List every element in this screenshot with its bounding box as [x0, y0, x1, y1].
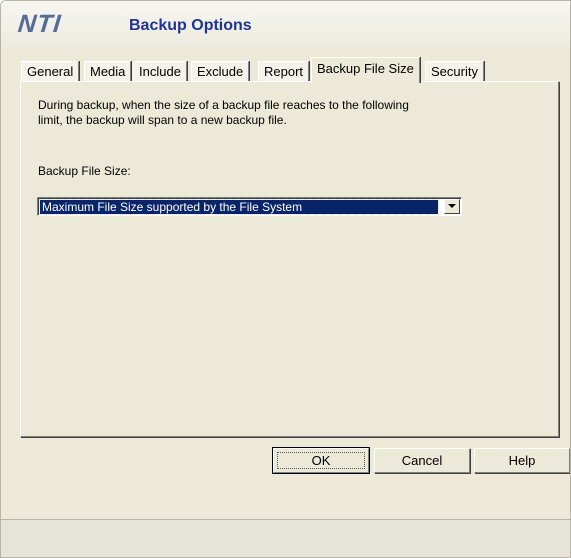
status-bar — [1, 519, 570, 557]
chevron-down-icon — [448, 204, 456, 208]
ok-button[interactable]: OK — [272, 447, 370, 474]
backup-file-size-dropdown[interactable]: Maximum File Size supported by the File … — [37, 197, 462, 216]
tab-exclude[interactable]: Exclude — [191, 61, 250, 81]
dialog-title: Backup Options — [129, 17, 252, 34]
tab-report[interactable]: Report — [258, 61, 310, 81]
description-line-2: limit, the backup will span to a new bac… — [38, 113, 287, 127]
cancel-button-label: Cancel — [401, 453, 443, 468]
panel-description: During backup, when the size of a backup… — [38, 98, 498, 128]
dialog-header: NTI Backup Options — [1, 1, 570, 47]
help-button-label: Help — [508, 453, 536, 468]
tab-include[interactable]: Include — [133, 61, 187, 81]
description-line-1: During backup, when the size of a backup… — [38, 98, 409, 112]
backup-file-size-label: Backup File Size: — [38, 164, 131, 178]
backup-options-dialog: NTI Backup Options General Media Include… — [0, 0, 571, 558]
tab-backup-file-size[interactable]: Backup File Size — [311, 57, 420, 83]
backup-file-size-panel: During backup, when the size of a backup… — [20, 81, 559, 437]
tab-strip: General Media Include Exclude Report Bac… — [21, 57, 561, 83]
backup-file-size-selected-value[interactable]: Maximum File Size supported by the File … — [39, 199, 439, 215]
focus-rectangle — [277, 452, 365, 469]
help-button[interactable]: Help — [474, 448, 570, 473]
tab-security[interactable]: Security — [425, 61, 484, 81]
tab-media[interactable]: Media — [84, 61, 132, 81]
cancel-button[interactable]: Cancel — [374, 448, 470, 473]
nti-logo: NTI — [16, 10, 63, 38]
tab-general[interactable]: General — [21, 61, 80, 81]
dropdown-arrow-button[interactable] — [444, 199, 460, 214]
